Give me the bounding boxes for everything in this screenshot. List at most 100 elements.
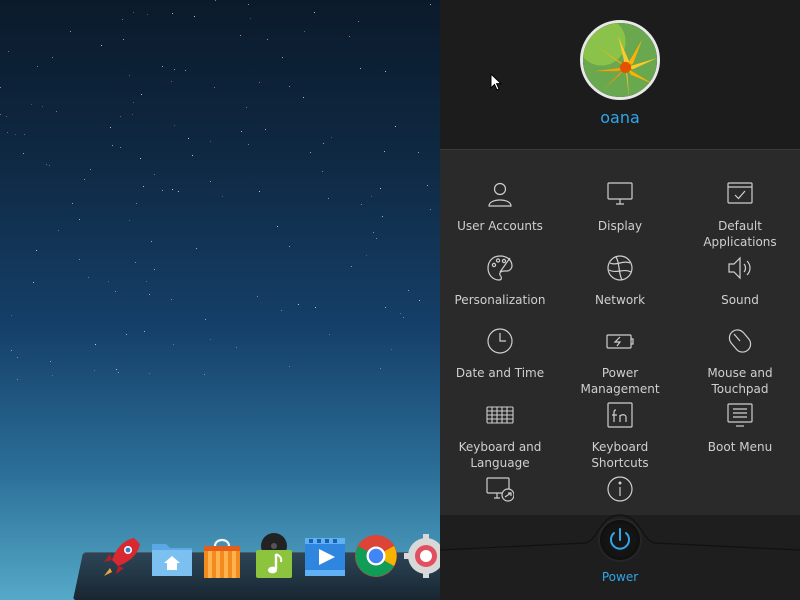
star [52,375,53,376]
star [15,134,16,135]
module-network[interactable]: Network [560,254,680,326]
star [281,310,282,311]
star [11,315,12,316]
star [112,145,113,146]
star [282,57,283,58]
music-player-dock-item[interactable] [252,532,296,580]
star [277,226,278,227]
star [315,307,316,308]
star [129,220,130,221]
star [49,165,50,166]
module-display[interactable]: Display [560,180,680,252]
star [373,232,374,233]
module-keyboard-and-language[interactable]: Keyboard and Language [440,401,560,473]
star [146,281,147,282]
boot-menu-icon [726,401,754,429]
module-boot-menu[interactable]: Boot Menu [680,401,800,473]
chrome-dock-item[interactable] [354,532,398,580]
star [210,181,211,182]
star [376,238,377,239]
star [172,189,173,190]
star [236,347,237,348]
module-default-applications[interactable]: Default Applications [680,180,800,252]
mouse-cursor [490,73,502,91]
clock-icon [486,327,514,355]
star [246,107,247,108]
star [215,0,216,1]
star [384,151,385,152]
palette-icon [486,254,514,282]
star [289,86,290,87]
star [380,368,381,369]
star [133,102,134,103]
globe-icon [606,254,634,282]
module-date-and-time[interactable]: Date and Time [440,327,560,399]
star [400,313,401,314]
star [162,190,163,191]
launcher-dock-item[interactable] [98,532,142,580]
star [116,369,117,370]
star [366,255,367,256]
module-keyboard-shortcuts[interactable]: Keyboard Shortcuts [560,401,680,473]
star [94,370,95,371]
app-store-dock-item[interactable] [200,532,244,580]
star [162,66,163,67]
file-manager-dock-item[interactable] [150,532,194,580]
star [84,179,85,180]
star [129,75,130,76]
user-avatar[interactable] [580,20,660,100]
battery-icon [606,327,634,355]
star [418,152,419,153]
star [289,366,290,367]
module-label: Keyboard and Language [458,440,542,470]
star [42,106,43,107]
module-personalization[interactable]: Personalization [440,254,560,326]
star [205,319,206,320]
info-icon [606,475,634,503]
star [11,350,12,351]
star [408,290,409,291]
star [267,39,268,40]
module-sound[interactable]: Sound [680,254,800,326]
star [133,12,134,13]
star [194,16,195,17]
star [141,94,142,95]
star [7,132,8,133]
module-user-accounts[interactable]: User Accounts [440,180,560,252]
star [95,344,96,345]
module-label: Keyboard Shortcuts [591,440,649,470]
star [171,81,172,82]
star [358,21,359,22]
music-note-icon [256,533,292,578]
star [241,131,242,132]
star [144,331,145,332]
rocket-icon [104,538,140,576]
star [323,143,324,144]
star [37,66,38,67]
module-power-management[interactable]: Power Management [560,327,680,399]
video-player-dock-item[interactable] [303,532,347,580]
power-icon [610,528,630,550]
star [0,87,1,88]
module-mouse-and-touchpad[interactable]: Mouse and Touchpad [680,327,800,399]
username-label[interactable]: oana [440,108,800,127]
star [265,129,266,130]
star [88,277,89,278]
star [154,174,155,175]
star [136,203,137,204]
shopping-bag-icon [204,538,240,578]
user-icon [486,180,514,208]
power-button[interactable] [600,520,640,560]
star [331,137,332,138]
star [56,111,57,112]
desktop-wallpaper [0,0,440,600]
star [0,114,1,115]
star [120,147,121,148]
star [6,116,7,117]
star [101,45,102,46]
monitor-update-icon [486,475,514,503]
star [210,339,211,340]
star [222,196,223,197]
star [17,379,18,380]
star [72,203,73,204]
